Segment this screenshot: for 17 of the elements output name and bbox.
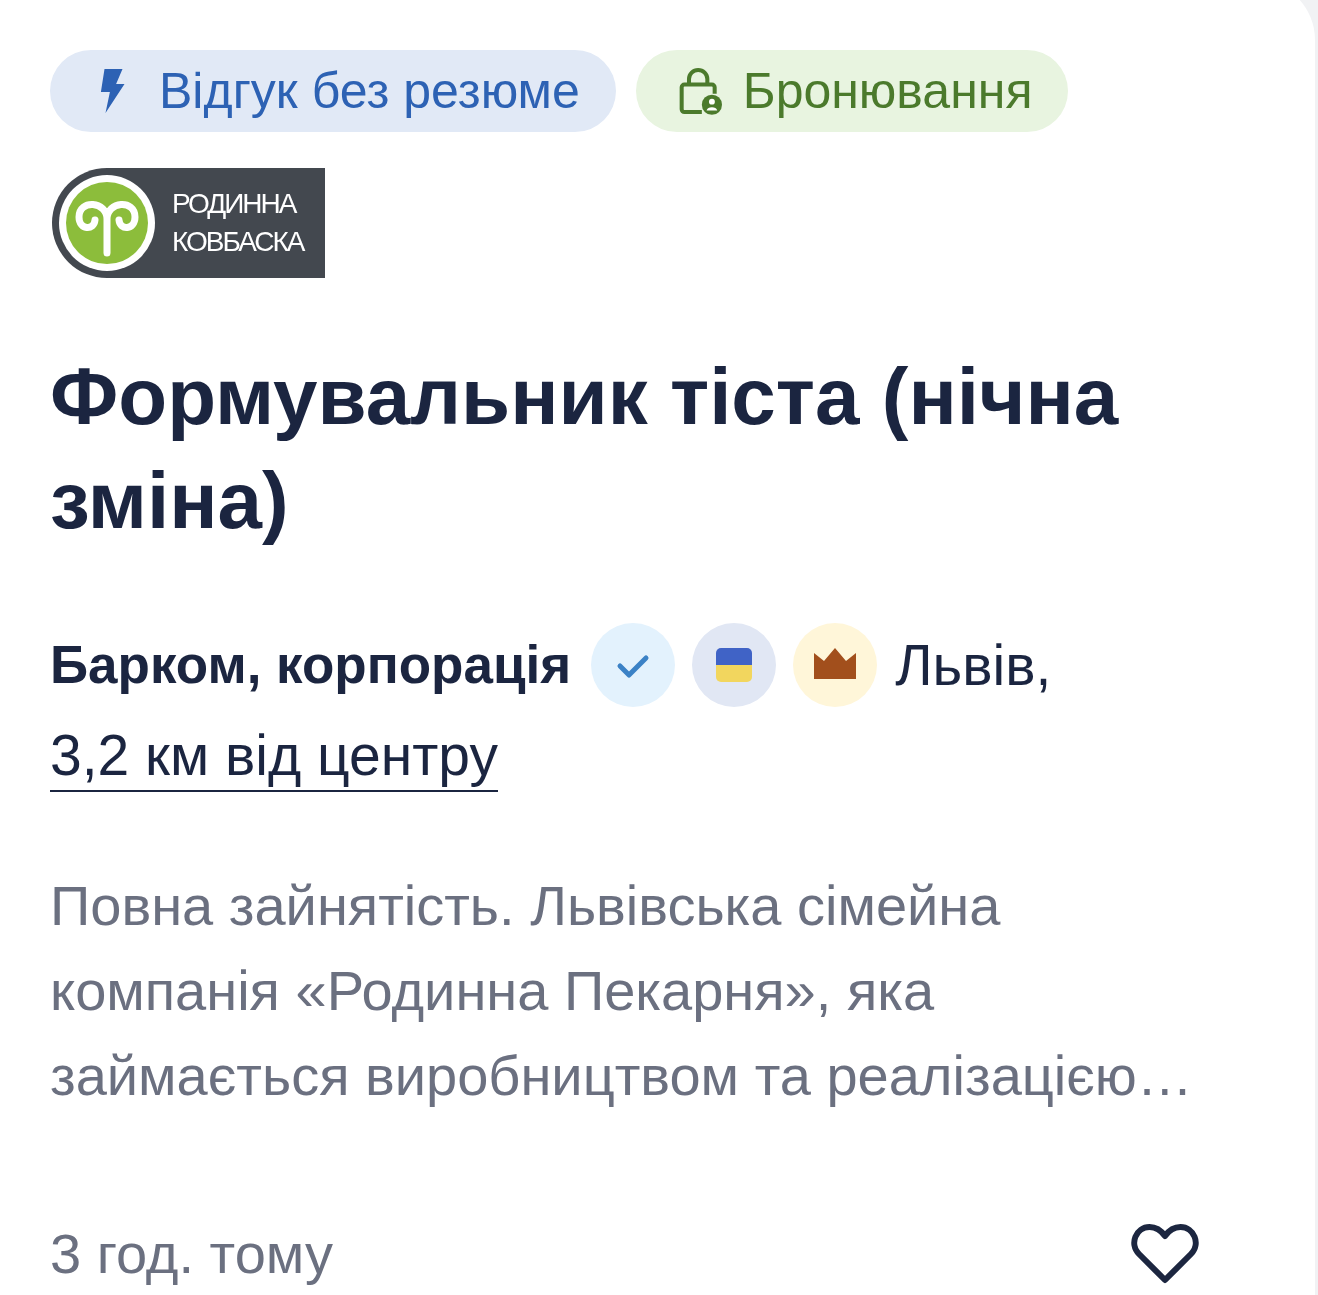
crown-icon [793, 623, 878, 707]
job-description: Повна зайнятість. Львівська сімейна компанія «Родинна Пекарня», яка займається виробництвом та реалізацією… [50, 873, 1194, 1110]
job-title[interactable]: Формувальник тіста (нічна зміна) [50, 345, 1230, 553]
lock-person-icon [677, 66, 722, 116]
distance-link[interactable]: 3,2 км від центру [50, 721, 498, 793]
company-name: Барком, корпорація [50, 634, 572, 697]
verified-check-icon [591, 623, 676, 707]
heart-icon [1130, 1223, 1200, 1285]
tag-label: Бронювання [742, 62, 1033, 121]
logo-text: КОВБАСКА [172, 225, 304, 259]
city-text: Львів, [895, 631, 1052, 699]
favorite-button[interactable] [1130, 1223, 1200, 1285]
ram-horns-icon [57, 173, 157, 273]
flag-icon [692, 623, 777, 707]
tag-label: Відгук без резюме [159, 62, 580, 121]
posted-time: 3 год. тому [50, 1221, 333, 1288]
logo-text: РОДИННА [172, 187, 297, 221]
